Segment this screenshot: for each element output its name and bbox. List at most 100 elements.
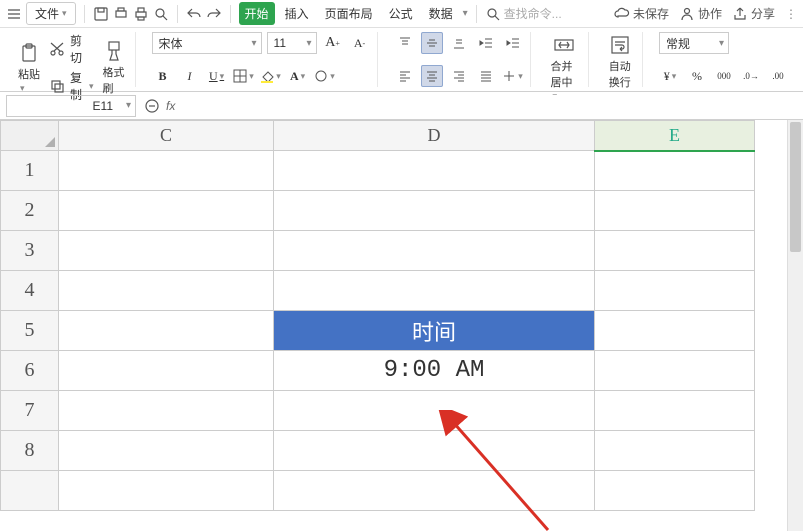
tab-page-layout[interactable]: 页面布局 xyxy=(319,2,379,25)
cut-button[interactable]: 剪切 xyxy=(49,32,94,66)
cell[interactable] xyxy=(59,311,274,351)
print-preview-icon[interactable] xyxy=(113,6,129,22)
cell[interactable] xyxy=(59,151,274,191)
border-button[interactable] xyxy=(233,65,255,87)
formula-input[interactable] xyxy=(181,95,797,117)
undo-icon[interactable] xyxy=(186,6,202,22)
align-middle-button[interactable] xyxy=(421,32,443,54)
decrease-decimal-button[interactable]: .0→ xyxy=(740,65,762,87)
column-header-c[interactable]: C xyxy=(59,121,274,151)
align-left-button[interactable] xyxy=(394,65,416,87)
cell[interactable] xyxy=(59,391,274,431)
separator xyxy=(476,5,477,23)
font-color-button[interactable]: A xyxy=(287,65,309,87)
number-format-select[interactable]: 常规 xyxy=(659,32,729,54)
cell[interactable] xyxy=(595,151,755,191)
file-menu[interactable]: 文件 ▾ xyxy=(26,2,76,25)
font-size-select[interactable]: 11 xyxy=(267,32,317,54)
name-box[interactable]: E11 xyxy=(6,95,136,117)
align-bottom-button[interactable] xyxy=(448,32,470,54)
fx-label[interactable]: fx xyxy=(166,99,175,113)
paste-button[interactable]: 粘贴 xyxy=(14,40,44,96)
cell[interactable] xyxy=(274,391,595,431)
cell[interactable] xyxy=(595,391,755,431)
row-header[interactable]: 1 xyxy=(1,151,59,191)
row-header[interactable]: 8 xyxy=(1,431,59,471)
cell[interactable] xyxy=(274,431,595,471)
cancel-icon[interactable] xyxy=(144,98,160,114)
cell-d5[interactable]: 时间 xyxy=(274,311,595,351)
row-header[interactable]: 6 xyxy=(1,351,59,391)
vertical-scrollbar[interactable] xyxy=(787,120,803,531)
cell[interactable] xyxy=(274,271,595,311)
cell[interactable] xyxy=(59,431,274,471)
fill-color-button[interactable] xyxy=(260,65,282,87)
cell[interactable] xyxy=(595,351,755,391)
increase-decimal-button[interactable]: .00 xyxy=(767,65,789,87)
decrease-font-button[interactable]: A- xyxy=(349,32,371,54)
tab-formula[interactable]: 公式 xyxy=(383,2,419,25)
menu-icon[interactable] xyxy=(6,6,22,22)
cell[interactable] xyxy=(274,151,595,191)
decrease-indent-button[interactable] xyxy=(475,32,497,54)
increase-font-button[interactable]: A+ xyxy=(322,32,344,54)
row-header[interactable]: 4 xyxy=(1,271,59,311)
align-right-button[interactable] xyxy=(448,65,470,87)
cell[interactable] xyxy=(59,351,274,391)
collab-button[interactable]: 协作 xyxy=(679,5,722,22)
cell[interactable] xyxy=(59,471,274,511)
cell[interactable] xyxy=(59,191,274,231)
cell[interactable] xyxy=(59,231,274,271)
wrap-text-button[interactable]: 自动换行 xyxy=(605,32,636,92)
format-painter-button[interactable]: 格式刷 xyxy=(99,38,129,98)
scrollbar-thumb[interactable] xyxy=(790,122,801,252)
preview-icon[interactable] xyxy=(153,6,169,22)
scissors-icon xyxy=(49,41,65,57)
percent-button[interactable]: % xyxy=(686,65,708,87)
tab-start[interactable]: 开始 xyxy=(239,2,275,25)
copy-icon xyxy=(49,78,65,94)
italic-button[interactable]: I xyxy=(179,65,201,87)
tab-insert[interactable]: 插入 xyxy=(279,2,315,25)
command-search[interactable]: 查找命令... xyxy=(485,5,562,22)
effects-button[interactable] xyxy=(314,65,336,87)
cell[interactable] xyxy=(274,471,595,511)
cell[interactable] xyxy=(595,431,755,471)
row-header[interactable] xyxy=(1,471,59,511)
save-icon[interactable] xyxy=(93,6,109,22)
cell[interactable] xyxy=(59,271,274,311)
select-all-corner[interactable] xyxy=(1,121,59,151)
cell[interactable] xyxy=(274,231,595,271)
row-header[interactable]: 7 xyxy=(1,391,59,431)
font-name-select[interactable]: 宋体 xyxy=(152,32,262,54)
cell[interactable] xyxy=(595,471,755,511)
tab-data[interactable]: 数据 xyxy=(423,2,459,25)
share-button[interactable]: 分享 xyxy=(732,5,775,22)
row-header[interactable]: 5 xyxy=(1,311,59,351)
row-header[interactable]: 3 xyxy=(1,231,59,271)
cell-d6[interactable]: 9:00 AM xyxy=(274,351,595,391)
align-top-button[interactable] xyxy=(394,32,416,54)
cell[interactable] xyxy=(595,191,755,231)
cell[interactable] xyxy=(595,311,755,351)
comma-button[interactable]: 000 xyxy=(713,65,735,87)
cell[interactable] xyxy=(595,231,755,271)
redo-icon[interactable] xyxy=(206,6,222,22)
underline-button[interactable]: U xyxy=(206,65,228,87)
column-header-e[interactable]: E xyxy=(595,121,755,151)
sheet-grid[interactable]: C D E 1 2 3 4 5 时间 6 9:00 AM 7 8 xyxy=(0,120,803,531)
align-center-button[interactable] xyxy=(421,65,443,87)
bold-button[interactable]: B xyxy=(152,65,174,87)
increase-indent-button[interactable] xyxy=(502,32,524,54)
cell[interactable] xyxy=(595,271,755,311)
column-header-d[interactable]: D xyxy=(274,121,595,151)
merge-center-button[interactable]: 合并居中 xyxy=(547,32,582,104)
clipboard-group: 粘贴 剪切 复制 格式刷 xyxy=(8,32,136,87)
orientation-button[interactable] xyxy=(502,65,524,87)
currency-button[interactable]: ¥ xyxy=(659,65,681,87)
cell[interactable] xyxy=(274,191,595,231)
print-icon[interactable] xyxy=(133,6,149,22)
justify-button[interactable] xyxy=(475,65,497,87)
unsaved-indicator[interactable]: 未保存 xyxy=(614,5,669,22)
row-header[interactable]: 2 xyxy=(1,191,59,231)
